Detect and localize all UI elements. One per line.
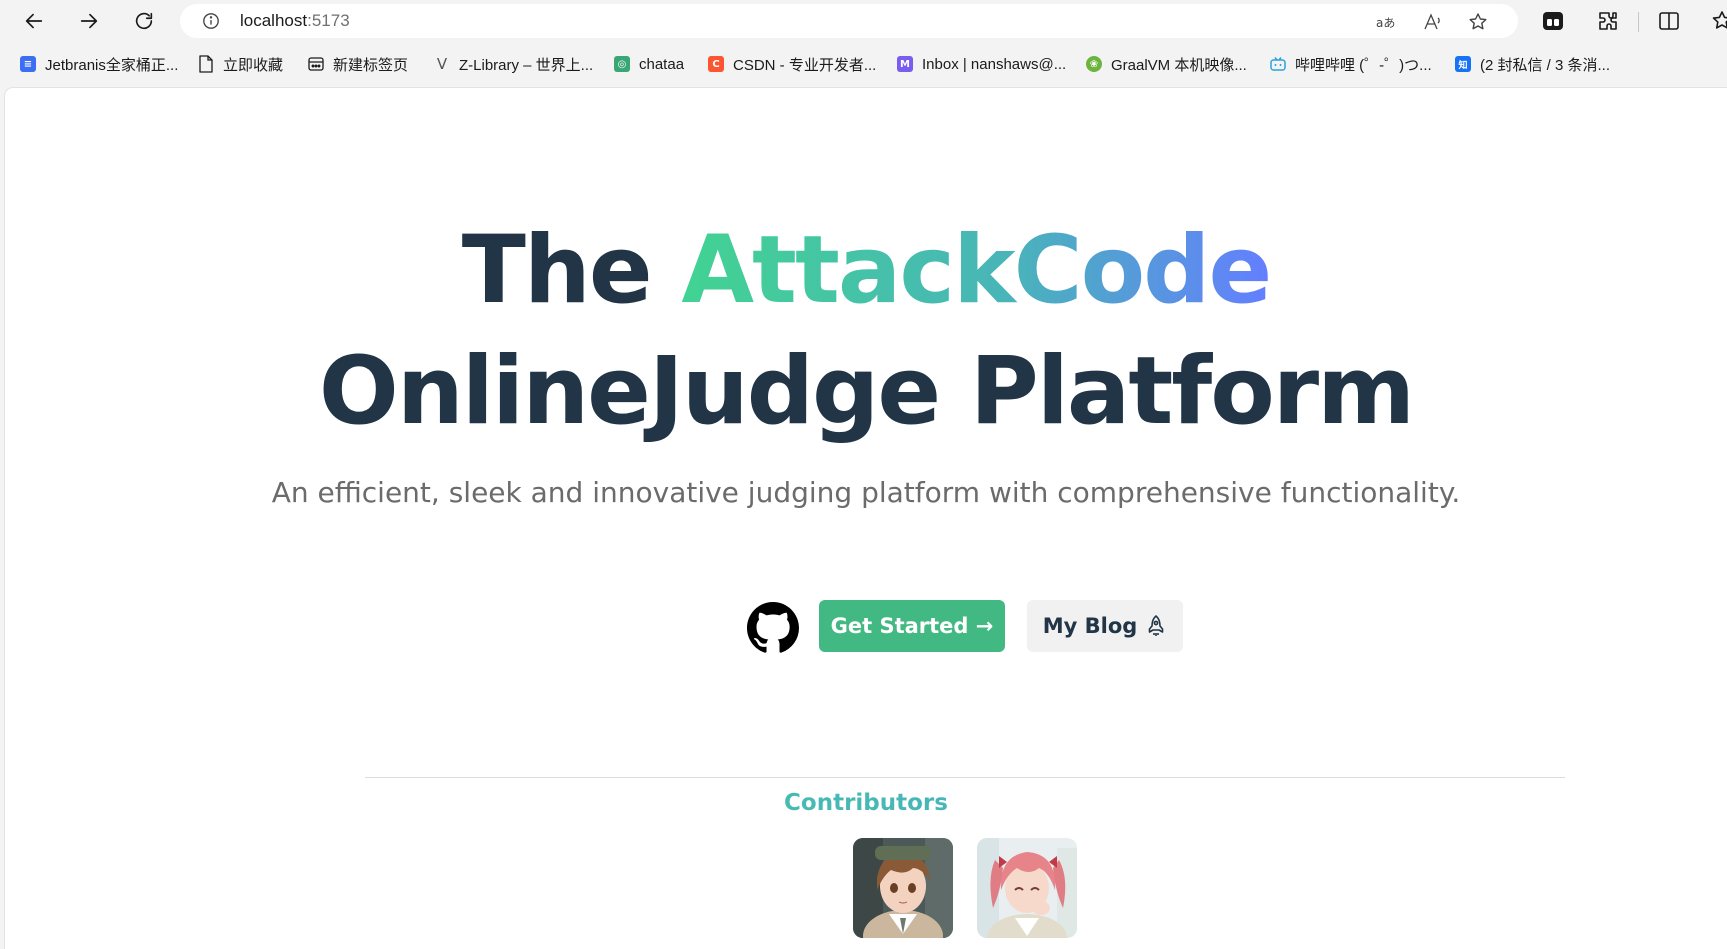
bookmark-label: chataa <box>639 55 685 73</box>
extensions-icon[interactable] <box>1597 10 1619 32</box>
collections-icon[interactable] <box>1542 10 1564 32</box>
section-divider <box>365 777 1565 778</box>
split-screen-icon[interactable] <box>1658 10 1680 32</box>
bookmark-label: GraalVM 本机映像... <box>1111 56 1247 74</box>
favorites-icon[interactable] <box>1711 10 1727 32</box>
page-icon <box>199 55 213 73</box>
bookmark-label: 新建标签页 <box>333 56 409 74</box>
hero-title-brand: AttackCode <box>681 216 1272 325</box>
hero-tagline: An efficient, sleek and innovative judgi… <box>271 476 1461 509</box>
refresh-icon <box>135 12 153 30</box>
forward-arrow-icon <box>80 13 98 29</box>
bookmark-csdn[interactable]: C CSDN - 专业开发者... <box>708 53 876 75</box>
doc-icon: ≡ <box>20 56 36 72</box>
bookmarks-bar: ≡ Jetbranis全家桶正... 立即收藏 新建标签页 V Z-Librar… <box>0 46 1727 82</box>
bookmark-newtab[interactable]: 新建标签页 <box>308 53 408 75</box>
my-blog-button[interactable]: My Blog <box>1027 600 1183 652</box>
contributors-title: Contributors <box>5 790 1727 816</box>
bookmark-label: Jetbranis全家桶正... <box>45 56 179 74</box>
bookmark-zlibrary[interactable]: V Z-Library – 世界上... <box>434 53 593 75</box>
forward-button[interactable] <box>69 1 109 41</box>
bookmark-label: CSDN - 专业开发者... <box>733 56 877 74</box>
back-arrow-icon <box>25 13 43 29</box>
github-icon[interactable] <box>747 602 799 654</box>
url-text[interactable]: localhost:5173 <box>240 11 350 31</box>
bookmark-label: (2 封私信 / 3 条消... <box>1480 56 1611 74</box>
svg-text:aあ: aあ <box>1376 16 1395 30</box>
contributor-avatar[interactable] <box>853 838 953 938</box>
address-bar[interactable]: localhost:5173 aあ <box>180 4 1518 38</box>
bookmark-label: 哔哩哔哩 (゜-゜)つ... <box>1295 56 1432 74</box>
refresh-button[interactable] <box>124 1 164 41</box>
bookmark-chataa[interactable]: ◎ chataa <box>614 53 684 75</box>
url-host: localhost <box>240 11 308 30</box>
contributor-avatar[interactable] <box>977 838 1077 938</box>
zhihu-icon: 知 <box>1455 56 1471 72</box>
mail-icon: M <box>897 56 913 72</box>
page-viewport: The AttackCode OnlineJudge Platform An e… <box>5 88 1727 949</box>
url-port: :5173 <box>307 11 350 30</box>
csdn-icon: C <box>708 56 724 72</box>
spring-icon: ❀ <box>1086 56 1102 72</box>
bookmark-inbox[interactable]: M Inbox | nanshaws@... <box>897 53 1066 75</box>
read-aloud-icon[interactable] <box>1423 12 1443 32</box>
hero-actions: Get Started → My Blog <box>5 600 1727 654</box>
bookmark-label: Z-Library – 世界上... <box>459 56 594 74</box>
back-button[interactable] <box>14 1 54 41</box>
favorite-star-icon[interactable] <box>1468 12 1488 32</box>
chat-icon: ◎ <box>614 56 630 72</box>
bookmark-jetbrains[interactable]: ≡ Jetbranis全家桶正... <box>20 53 178 75</box>
bookmark-label: Inbox | nanshaws@... <box>922 55 1067 73</box>
bookmark-zhihu[interactable]: 知 (2 封私信 / 3 条消... <box>1455 53 1610 75</box>
zlib-icon: V <box>436 55 448 73</box>
get-started-button[interactable]: Get Started → <box>819 600 1005 652</box>
newtab-icon <box>308 57 324 71</box>
bookmark-label: 立即收藏 <box>223 56 284 74</box>
bookmark-favorites[interactable]: 立即收藏 <box>198 53 283 75</box>
bilibili-icon <box>1270 57 1286 71</box>
browser-toolbar: localhost:5173 aあ <box>0 0 1727 42</box>
info-icon[interactable] <box>202 12 220 30</box>
rocket-icon <box>1148 615 1164 636</box>
bookmark-bilibili[interactable]: 哔哩哔哩 (゜-゜)つ... <box>1270 53 1432 75</box>
hero-title-line2: OnlineJudge Platform <box>318 337 1415 446</box>
toolbar-divider <box>1638 12 1639 32</box>
translate-icon[interactable]: aあ <box>1375 12 1395 32</box>
hero-title-line1: The AttackCode <box>5 216 1727 326</box>
my-blog-label: My Blog <box>1042 614 1138 638</box>
bookmark-graalvm[interactable]: ❀ GraalVM 本机映像... <box>1086 53 1247 75</box>
hero-title-prefix: The <box>461 216 682 325</box>
